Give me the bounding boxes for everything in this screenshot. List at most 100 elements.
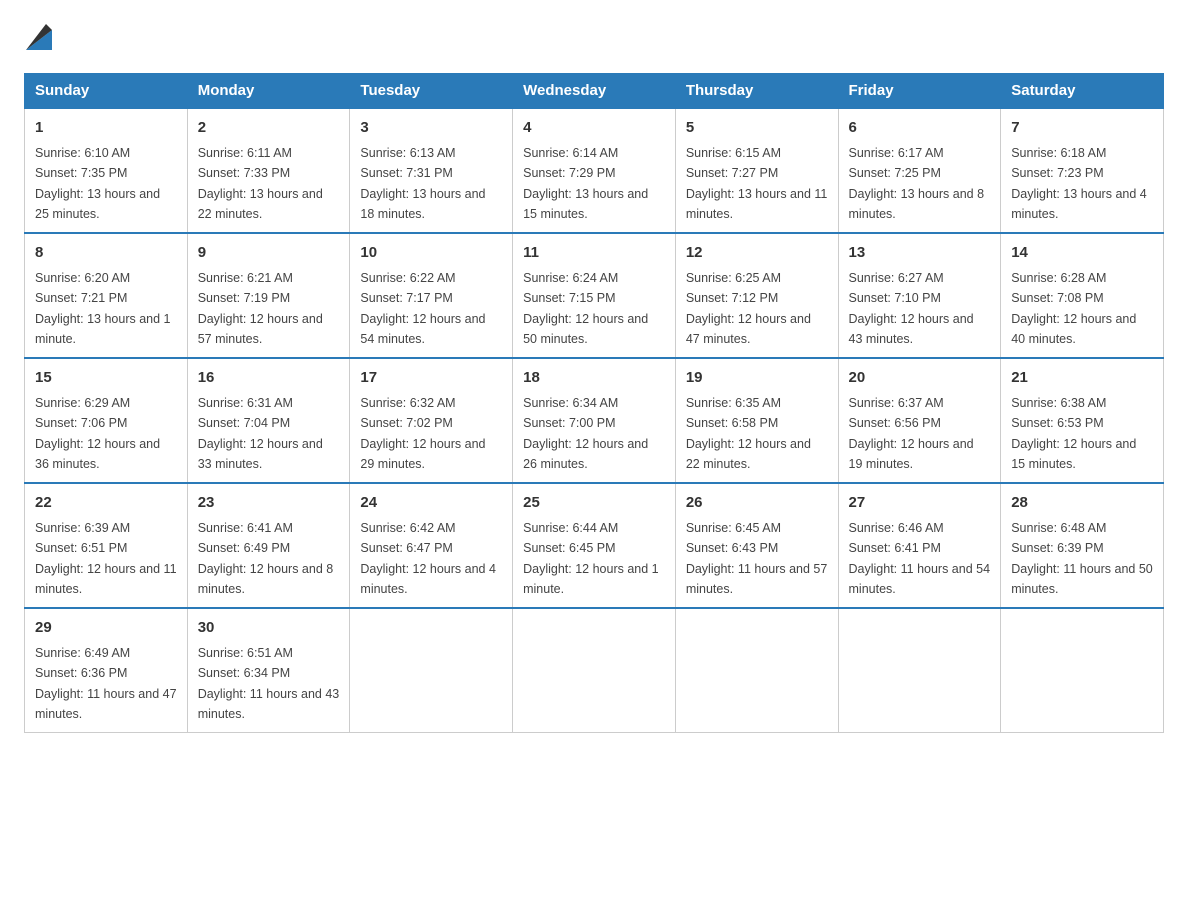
- calendar-cell: [1001, 608, 1164, 733]
- day-info: Sunrise: 6:49 AMSunset: 6:36 PMDaylight:…: [35, 646, 177, 721]
- day-number: 3: [360, 117, 502, 140]
- day-info: Sunrise: 6:20 AMSunset: 7:21 PMDaylight:…: [35, 271, 171, 346]
- calendar-cell: 2 Sunrise: 6:11 AMSunset: 7:33 PMDaylight…: [187, 108, 350, 233]
- day-number: 25: [523, 492, 665, 515]
- day-info: Sunrise: 6:21 AMSunset: 7:19 PMDaylight:…: [198, 271, 323, 346]
- calendar-cell: 24 Sunrise: 6:42 AMSunset: 6:47 PMDayligh…: [350, 483, 513, 608]
- day-info: Sunrise: 6:34 AMSunset: 7:00 PMDaylight:…: [523, 396, 648, 471]
- header-monday: Monday: [187, 74, 350, 109]
- calendar-cell: 6 Sunrise: 6:17 AMSunset: 7:25 PMDaylight…: [838, 108, 1001, 233]
- calendar-week-2: 8 Sunrise: 6:20 AMSunset: 7:21 PMDaylight…: [25, 233, 1164, 358]
- day-number: 15: [35, 367, 177, 390]
- header-tuesday: Tuesday: [350, 74, 513, 109]
- day-number: 21: [1011, 367, 1153, 390]
- logo: [24, 24, 56, 55]
- day-info: Sunrise: 6:42 AMSunset: 6:47 PMDaylight:…: [360, 521, 496, 596]
- calendar-cell: 9Sunrise: 6:21 AMSunset: 7:19 PMDaylight…: [187, 233, 350, 358]
- calendar-cell: 3Sunrise: 6:13 AMSunset: 7:31 PMDaylight…: [350, 108, 513, 233]
- day-info: Sunrise: 6:28 AMSunset: 7:08 PMDaylight:…: [1011, 271, 1136, 346]
- day-number: 6: [849, 117, 991, 140]
- day-info: Sunrise: 6:44 AMSunset: 6:45 PMDaylight:…: [523, 521, 659, 596]
- calendar-body: 1 Sunrise: 6:10 AMSunset: 7:35 PMDaylight…: [25, 108, 1164, 733]
- calendar-week-5: 29 Sunrise: 6:49 AMSunset: 6:36 PMDayligh…: [25, 608, 1164, 733]
- day-info: Sunrise: 6:38 AMSunset: 6:53 PMDaylight:…: [1011, 396, 1136, 471]
- day-info: Sunrise: 6:46 AMSunset: 6:41 PMDaylight:…: [849, 521, 991, 596]
- calendar-cell: 13Sunrise: 6:27 AMSunset: 7:10 PMDayligh…: [838, 233, 1001, 358]
- day-info: Sunrise: 6:22 AMSunset: 7:17 PMDaylight:…: [360, 271, 485, 346]
- header-wednesday: Wednesday: [513, 74, 676, 109]
- day-info: Sunrise: 6:29 AMSunset: 7:06 PMDaylight:…: [35, 396, 160, 471]
- calendar-cell: 18 Sunrise: 6:34 AMSunset: 7:00 PMDayligh…: [513, 358, 676, 483]
- day-info: Sunrise: 6:10 AMSunset: 7:35 PMDaylight:…: [35, 146, 160, 221]
- day-info: Sunrise: 6:31 AMSunset: 7:04 PMDaylight:…: [198, 396, 323, 471]
- day-number: 4: [523, 117, 665, 140]
- day-info: Sunrise: 6:27 AMSunset: 7:10 PMDaylight:…: [849, 271, 974, 346]
- day-info: Sunrise: 6:35 AMSunset: 6:58 PMDaylight:…: [686, 396, 811, 471]
- calendar-cell: 17 Sunrise: 6:32 AMSunset: 7:02 PMDayligh…: [350, 358, 513, 483]
- calendar-cell: 28 Sunrise: 6:48 AMSunset: 6:39 PMDayligh…: [1001, 483, 1164, 608]
- day-number: 7: [1011, 117, 1153, 140]
- header-sunday: Sunday: [25, 74, 188, 109]
- calendar-week-1: 1 Sunrise: 6:10 AMSunset: 7:35 PMDaylight…: [25, 108, 1164, 233]
- day-info: Sunrise: 6:41 AMSunset: 6:49 PMDaylight:…: [198, 521, 334, 596]
- day-info: Sunrise: 6:18 AMSunset: 7:23 PMDaylight:…: [1011, 146, 1147, 221]
- day-info: Sunrise: 6:24 AMSunset: 7:15 PMDaylight:…: [523, 271, 648, 346]
- calendar-cell: 19 Sunrise: 6:35 AMSunset: 6:58 PMDayligh…: [675, 358, 838, 483]
- logo-icon: [26, 24, 52, 50]
- calendar-cell: 14 Sunrise: 6:28 AMSunset: 7:08 PMDayligh…: [1001, 233, 1164, 358]
- day-number: 10: [360, 242, 502, 265]
- day-number: 30: [198, 617, 340, 640]
- calendar-cell: 20Sunrise: 6:37 AMSunset: 6:56 PMDayligh…: [838, 358, 1001, 483]
- calendar-cell: 21 Sunrise: 6:38 AMSunset: 6:53 PMDayligh…: [1001, 358, 1164, 483]
- day-info: Sunrise: 6:48 AMSunset: 6:39 PMDaylight:…: [1011, 521, 1153, 596]
- calendar-cell: 25 Sunrise: 6:44 AMSunset: 6:45 PMDayligh…: [513, 483, 676, 608]
- day-number: 29: [35, 617, 177, 640]
- day-number: 18: [523, 367, 665, 390]
- day-number: 26: [686, 492, 828, 515]
- day-info: Sunrise: 6:11 AMSunset: 7:33 PMDaylight:…: [198, 146, 323, 221]
- calendar-cell: 4Sunrise: 6:14 AMSunset: 7:29 PMDaylight…: [513, 108, 676, 233]
- day-info: Sunrise: 6:15 AMSunset: 7:27 PMDaylight:…: [686, 146, 828, 221]
- calendar-cell: 11Sunrise: 6:24 AMSunset: 7:15 PMDayligh…: [513, 233, 676, 358]
- day-number: 2: [198, 117, 340, 140]
- day-number: 28: [1011, 492, 1153, 515]
- calendar-cell: [838, 608, 1001, 733]
- calendar-cell: 26Sunrise: 6:45 AMSunset: 6:43 PMDayligh…: [675, 483, 838, 608]
- day-number: 17: [360, 367, 502, 390]
- day-number: 12: [686, 242, 828, 265]
- day-number: 19: [686, 367, 828, 390]
- page-header: [24, 24, 1164, 55]
- calendar-cell: 29 Sunrise: 6:49 AMSunset: 6:36 PMDayligh…: [25, 608, 188, 733]
- day-number: 1: [35, 117, 177, 140]
- day-number: 8: [35, 242, 177, 265]
- calendar-cell: 23 Sunrise: 6:41 AMSunset: 6:49 PMDayligh…: [187, 483, 350, 608]
- calendar-cell: 15 Sunrise: 6:29 AMSunset: 7:06 PMDayligh…: [25, 358, 188, 483]
- calendar-cell: 22Sunrise: 6:39 AMSunset: 6:51 PMDayligh…: [25, 483, 188, 608]
- calendar-cell: 27 Sunrise: 6:46 AMSunset: 6:41 PMDayligh…: [838, 483, 1001, 608]
- day-number: 23: [198, 492, 340, 515]
- header-thursday: Thursday: [675, 74, 838, 109]
- day-number: 22: [35, 492, 177, 515]
- day-number: 5: [686, 117, 828, 140]
- calendar-cell: 30 Sunrise: 6:51 AMSunset: 6:34 PMDayligh…: [187, 608, 350, 733]
- day-info: Sunrise: 6:25 AMSunset: 7:12 PMDaylight:…: [686, 271, 811, 346]
- day-number: 27: [849, 492, 991, 515]
- calendar-cell: 1 Sunrise: 6:10 AMSunset: 7:35 PMDaylight…: [25, 108, 188, 233]
- day-info: Sunrise: 6:32 AMSunset: 7:02 PMDaylight:…: [360, 396, 485, 471]
- day-number: 24: [360, 492, 502, 515]
- calendar-cell: 16Sunrise: 6:31 AMSunset: 7:04 PMDayligh…: [187, 358, 350, 483]
- day-number: 20: [849, 367, 991, 390]
- day-number: 14: [1011, 242, 1153, 265]
- calendar-cell: [513, 608, 676, 733]
- calendar-cell: 12 Sunrise: 6:25 AMSunset: 7:12 PMDayligh…: [675, 233, 838, 358]
- header-friday: Friday: [838, 74, 1001, 109]
- calendar-cell: 7 Sunrise: 6:18 AMSunset: 7:23 PMDaylight…: [1001, 108, 1164, 233]
- day-info: Sunrise: 6:17 AMSunset: 7:25 PMDaylight:…: [849, 146, 985, 221]
- calendar-cell: 10 Sunrise: 6:22 AMSunset: 7:17 PMDayligh…: [350, 233, 513, 358]
- day-info: Sunrise: 6:51 AMSunset: 6:34 PMDaylight:…: [198, 646, 340, 721]
- header-saturday: Saturday: [1001, 74, 1164, 109]
- calendar-cell: 8 Sunrise: 6:20 AMSunset: 7:21 PMDaylight…: [25, 233, 188, 358]
- calendar-table: SundayMondayTuesdayWednesdayThursdayFrid…: [24, 73, 1164, 733]
- calendar-week-4: 22Sunrise: 6:39 AMSunset: 6:51 PMDayligh…: [25, 483, 1164, 608]
- calendar-week-3: 15 Sunrise: 6:29 AMSunset: 7:06 PMDayligh…: [25, 358, 1164, 483]
